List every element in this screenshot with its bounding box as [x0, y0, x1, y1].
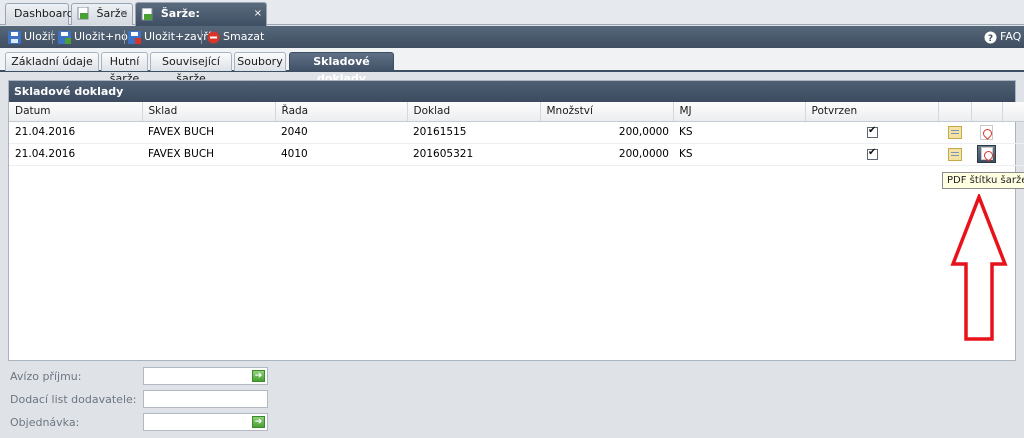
annotation-arrow [950, 194, 1008, 341]
aviso-label: Avízo příjmu: [10, 370, 82, 383]
stock-documents-table: Datum Sklad Řada Doklad Množství MJ Potv… [9, 102, 1024, 166]
cell-doklad: 20161515 [407, 121, 540, 144]
stock-documents-panel: Skladové doklady Datum Sklad Řada Doklad… [8, 80, 1024, 361]
save-close-icon [128, 30, 141, 44]
subtab-zakladni-udaje[interactable]: Základní údaje [5, 52, 99, 71]
cell-detail [938, 121, 971, 144]
cell-datum: 21.04.2016 [9, 121, 142, 144]
save-new-icon [58, 30, 71, 44]
floppy-disk-icon [8, 30, 21, 44]
close-icon[interactable]: × [120, 4, 128, 24]
toolbar-divider [52, 30, 53, 44]
subtab-label: Soubory [237, 55, 283, 68]
cell-mnozstvi: 200,0000 [540, 143, 673, 166]
subtab-label: Základní údaje [11, 55, 93, 68]
tab-sarze-detail[interactable]: Šarže: 2016010572 × [135, 2, 267, 42]
cell-filler [1002, 121, 1024, 144]
delete-button[interactable]: Smazat [207, 26, 264, 48]
subtab-soubory[interactable]: Soubory [234, 52, 286, 71]
table-row[interactable]: 21.04.2016 FAVEX BUCH 2040 20161515 200,… [9, 121, 1024, 144]
column-header-mj[interactable]: MJ [673, 102, 806, 122]
column-header-potvrzen[interactable]: Potvrzen [805, 102, 939, 122]
column-header-mnozstvi[interactable]: Množství [540, 102, 674, 122]
pdf-label-button[interactable] [977, 145, 996, 163]
save-close-label: Uložit+zavřít [144, 30, 216, 43]
delete-label: Smazat [223, 30, 265, 43]
dodaci-list-input[interactable] [143, 390, 268, 408]
help-icon: ? [984, 30, 997, 44]
cell-sklad: FAVEX BUCH [142, 121, 275, 144]
objednavka-label: Objednávka: [10, 416, 80, 429]
subtab-souvisejici-sarze[interactable]: Související šarže [150, 52, 232, 85]
cell-mj: KS [673, 143, 805, 166]
faq-label: FAQ [1000, 30, 1022, 43]
aviso-input[interactable]: ➔ [143, 367, 268, 385]
column-header-action [971, 102, 1003, 122]
pdf-tooltip: PDF štítku šarže [942, 172, 1024, 189]
table-header-row: Datum Sklad Řada Doklad Množství MJ Potv… [9, 102, 1024, 122]
column-header-sklad[interactable]: Sklad [142, 102, 276, 122]
faq-button[interactable]: ? FAQ [984, 26, 1021, 48]
pdf-icon [980, 147, 993, 160]
toolbar-divider [124, 30, 125, 44]
arrow-right-icon[interactable]: ➔ [252, 416, 265, 428]
subtab-hutni-sarze[interactable]: Hutní šarže [101, 52, 148, 85]
panel-title: Skladové doklady [9, 81, 1015, 102]
pdf-icon[interactable] [980, 124, 993, 140]
confirmed-checkbox[interactable] [867, 125, 878, 138]
toolbar-divider [201, 30, 202, 44]
cell-pdf [971, 121, 1002, 144]
column-header-rada[interactable]: Řada [275, 102, 408, 122]
arrow-right-icon[interactable]: ➔ [252, 370, 265, 382]
cell-potvrzen [805, 143, 938, 166]
tab-sarze[interactable]: Šarže × [71, 3, 133, 25]
column-header-action [938, 102, 972, 122]
cell-mnozstvi: 200,0000 [540, 121, 673, 144]
cell-pdf [971, 143, 1002, 166]
cell-rada: 4010 [275, 143, 407, 166]
cell-datum: 21.04.2016 [9, 143, 142, 166]
table-detail-icon[interactable] [947, 125, 962, 139]
sub-tab-bar: Základní údaje Hutní šarže Související š… [0, 48, 1024, 85]
column-header-doklad[interactable]: Doklad [407, 102, 541, 122]
svg-text:?: ? [988, 34, 993, 44]
save-button[interactable]: Uložit [8, 26, 55, 48]
subtab-skladove-doklady[interactable]: Skladové doklady [289, 52, 394, 85]
confirmed-checkbox[interactable] [867, 147, 878, 160]
cell-doklad: 201605321 [407, 143, 540, 166]
save-close-button[interactable]: Uložit+zavřít [128, 26, 215, 48]
cell-sklad: FAVEX BUCH [142, 143, 275, 166]
dodaci-list-label: Dodací list dodavatele: [10, 393, 137, 406]
column-header-datum[interactable]: Datum [9, 102, 143, 122]
tab-dashboard[interactable]: Dashboard [5, 3, 74, 25]
table-detail-icon[interactable] [947, 147, 962, 161]
cell-rada: 2040 [275, 121, 407, 144]
save-label: Uložit [24, 30, 55, 43]
cell-filler [1002, 143, 1024, 166]
document-icon [141, 7, 154, 20]
top-tab-bar: Dashboard Šarže × Šarže: 2016010572 × [0, 0, 1024, 42]
tab-dashboard-label: Dashboard [14, 7, 74, 20]
objednavka-input[interactable]: ➔ [143, 413, 268, 431]
close-icon[interactable]: × [254, 3, 262, 25]
cell-mj: KS [673, 121, 805, 144]
column-header-filler [1002, 102, 1024, 122]
document-icon [77, 6, 90, 20]
cell-potvrzen [805, 121, 938, 144]
delete-icon [207, 30, 220, 43]
toolbar: Uložit Uložit+nový Uložit+zavřít Smazat … [0, 26, 1024, 48]
annotation-arrow-shape [950, 194, 1008, 341]
cell-detail [938, 143, 971, 166]
table-row[interactable]: 21.04.2016 FAVEX BUCH 4010 201605321 200… [9, 143, 1024, 166]
